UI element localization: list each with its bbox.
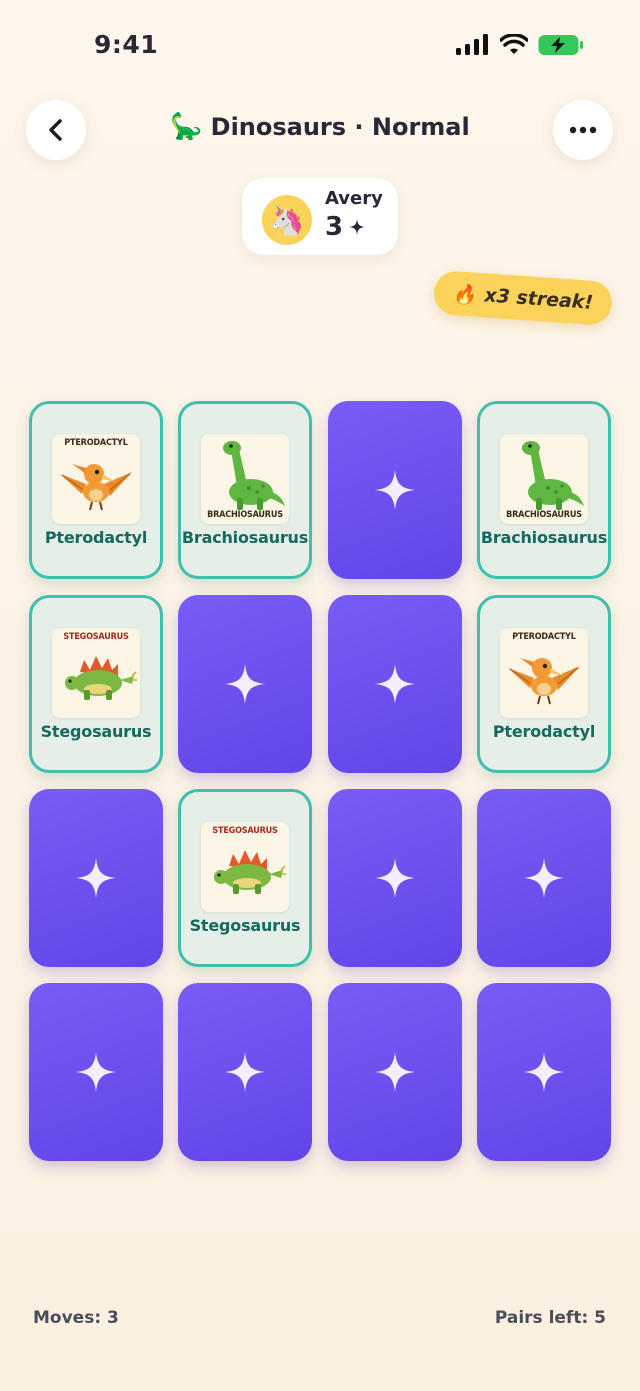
streak-label: x3 streak! bbox=[483, 284, 594, 314]
sparkle-icon bbox=[76, 1052, 116, 1092]
memory-card-facedown[interactable] bbox=[328, 983, 462, 1161]
memory-card-brachiosaurus[interactable]: BRACHIOSAURUS Brachiosaurus bbox=[477, 401, 611, 579]
stegosaurus-image: STEGOSAURUS bbox=[201, 822, 289, 912]
image-caption: BRACHIOSAURUS bbox=[207, 510, 283, 520]
memory-card-facedown[interactable] bbox=[178, 595, 312, 773]
moves-counter: Moves: 3 bbox=[33, 1308, 119, 1328]
memory-card-facedown[interactable] bbox=[178, 983, 312, 1161]
memory-card-facedown[interactable] bbox=[328, 401, 462, 579]
card-label: Pterodactyl bbox=[492, 722, 596, 741]
card-label: Brachiosaurus bbox=[480, 528, 608, 547]
memory-card-facedown[interactable] bbox=[29, 789, 163, 967]
card-label: Brachiosaurus bbox=[181, 528, 309, 547]
sparkle-icon bbox=[524, 858, 564, 898]
sparkle-icon bbox=[225, 1052, 265, 1092]
brachiosaurus-image: BRACHIOSAURUS bbox=[201, 434, 289, 524]
memory-card-facedown[interactable] bbox=[477, 983, 611, 1161]
image-caption: PTERODACTYL bbox=[512, 632, 576, 642]
image-caption: STEGOSAURUS bbox=[63, 632, 129, 642]
card-label: Pterodactyl bbox=[44, 528, 148, 547]
memory-card-stegosaurus[interactable]: STEGOSAURUS Stegosaurus bbox=[29, 595, 163, 773]
memory-card-pterodactyl[interactable]: PTERODACTYL Pterodactyl bbox=[29, 401, 163, 579]
brachiosaurus-image: BRACHIOSAURUS bbox=[500, 434, 588, 524]
sparkle-icon bbox=[375, 858, 415, 898]
sparkle-icon bbox=[349, 219, 366, 235]
avatar: 🦄 bbox=[262, 195, 312, 245]
pterodactyl-image: PTERODACTYL bbox=[500, 628, 588, 718]
wifi-icon bbox=[500, 34, 528, 54]
more-options-button[interactable] bbox=[553, 100, 613, 160]
game-screen: 9:41 🦕 Dinosaurs · Normal 🦄 Avery 3 🔥 x3… bbox=[0, 0, 640, 1391]
memory-card-pterodactyl[interactable]: PTERODACTYL Pterodactyl bbox=[477, 595, 611, 773]
status-icons bbox=[456, 34, 584, 56]
sparkle-icon bbox=[524, 1052, 564, 1092]
page-title-text: Dinosaurs · Normal bbox=[210, 113, 470, 141]
sparkle-icon bbox=[375, 470, 415, 510]
player-name: Avery bbox=[325, 188, 383, 209]
player-score-value: 3 bbox=[325, 212, 344, 242]
battery-charging-icon bbox=[538, 35, 583, 55]
sparkle-icon bbox=[375, 1052, 415, 1092]
memory-card-facedown[interactable] bbox=[29, 983, 163, 1161]
memory-card-facedown[interactable] bbox=[477, 789, 611, 967]
image-caption: STEGOSAURUS bbox=[212, 826, 278, 836]
memory-card-facedown[interactable] bbox=[328, 595, 462, 773]
pterodactyl-image: PTERODACTYL bbox=[52, 434, 140, 524]
status-time: 9:41 bbox=[94, 30, 159, 59]
stegosaurus-image: STEGOSAURUS bbox=[52, 628, 140, 718]
player-score: 3 bbox=[325, 212, 366, 242]
signal-icon bbox=[456, 34, 488, 55]
page-title: 🦕 Dinosaurs · Normal bbox=[0, 112, 640, 142]
image-caption: BRACHIOSAURUS bbox=[506, 510, 582, 520]
player-card: 🦄 Avery 3 bbox=[242, 178, 398, 255]
memory-card-stegosaurus[interactable]: STEGOSAURUS Stegosaurus bbox=[178, 789, 312, 967]
sauropod-icon: 🦕 bbox=[170, 112, 203, 142]
sparkle-icon bbox=[76, 858, 116, 898]
image-caption: PTERODACTYL bbox=[64, 438, 128, 448]
sparkle-icon bbox=[225, 664, 265, 704]
card-label: Stegosaurus bbox=[40, 722, 152, 741]
sparkle-icon bbox=[375, 664, 415, 704]
pairs-left-counter: Pairs left: 5 bbox=[494, 1308, 606, 1328]
streak-badge: 🔥 x3 streak! bbox=[432, 269, 614, 327]
memory-card-facedown[interactable] bbox=[328, 789, 462, 967]
card-label: Stegosaurus bbox=[189, 916, 301, 935]
memory-card-brachiosaurus[interactable]: BRACHIOSAURUS Brachiosaurus bbox=[178, 401, 312, 579]
fire-icon: 🔥 bbox=[452, 282, 478, 307]
ellipsis-icon bbox=[569, 126, 597, 134]
